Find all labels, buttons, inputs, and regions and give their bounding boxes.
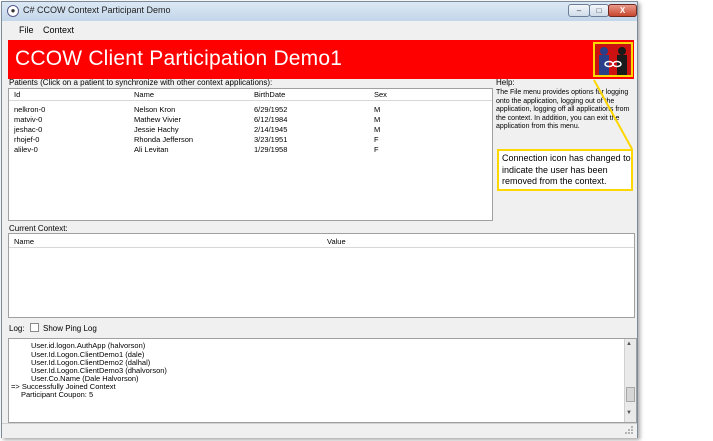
scroll-thumb[interactable] [626,387,635,402]
column-header-context-value[interactable]: Value [327,237,346,246]
patients-caption: Patients (Click on a patient to synchron… [9,78,273,87]
context-table: Name Value [8,233,635,318]
menu-file[interactable]: File [19,25,34,35]
table-row[interactable]: matviv-0 Mathew Vivier 6/12/1984 M [9,115,492,125]
table-row[interactable]: jeshac-0 Jessie Hachy 2/14/1945 M [9,125,492,135]
column-header-birthdate[interactable]: BirthDate [254,90,285,99]
patient-birthdate: 6/12/1984 [254,115,288,124]
banner-title: CCOW Client Participation Demo1 [15,47,343,70]
patient-id: alilev-0 [14,145,38,154]
patient-sex: M [374,115,381,124]
log-caption: Log: [9,324,25,333]
annotation-callout: Connection icon has changed to indicate … [497,149,633,191]
patient-name: Nelson Kron [134,105,176,114]
patient-id: rhojef-0 [14,135,40,144]
window-title: C# CCOW Context Participant Demo [23,5,171,15]
log-line: User.id.logon.AuthApp (halvorson) [31,341,146,350]
table-row[interactable]: nelkron-0 Nelson Kron 6/29/1952 M [9,105,492,115]
patient-birthdate: 2/14/1945 [254,125,288,134]
log-textbox[interactable]: User.id.logon.AuthApp (halvorson) User.I… [8,338,637,423]
banner: CCOW Client Participation Demo1 [8,40,634,79]
resize-grip-icon[interactable] [625,426,634,435]
context-caption: Current Context: [9,224,68,233]
table-row[interactable]: rhojef-0 Rhonda Jefferson 3/23/1951 F [9,135,492,145]
patient-sex: M [374,105,381,114]
menu-context[interactable]: Context [43,25,74,35]
table-row[interactable]: alilev-0 Ali Levitan 1/29/1958 F [9,145,492,155]
patient-birthdate: 3/23/1951 [254,135,288,144]
patient-sex: M [374,125,381,134]
show-ping-log-checkbox[interactable] [30,323,39,332]
callout-pointer [593,79,633,150]
patient-name: Jessie Hachy [134,125,179,134]
patient-id: jeshac-0 [14,125,43,134]
log-line: Participant Coupon: 5 [21,390,94,399]
log-scrollbar[interactable]: ▲ ▼ [624,339,636,422]
patients-table: Id Name BirthDate Sex nelkron-0 Nelson K… [8,88,493,221]
menu-bar: File Context [2,21,637,39]
patient-birthdate: 1/29/1958 [254,145,288,154]
app-icon: ● [7,5,19,17]
patient-name: Mathew Vivier [134,115,181,124]
minimize-button[interactable]: – [568,4,590,17]
title-bar[interactable]: ● C# CCOW Context Participant Demo – □ X [2,2,637,21]
context-header: Name Value [9,234,634,248]
patients-header: Id Name BirthDate Sex [9,89,492,101]
scroll-up-icon[interactable]: ▲ [626,341,632,347]
patient-id: nelkron-0 [14,105,46,114]
close-button[interactable]: X [608,4,637,17]
column-header-sex[interactable]: Sex [374,90,387,99]
column-header-id[interactable]: Id [14,90,20,99]
patient-id: matviv-0 [14,115,43,124]
patient-sex: F [374,135,379,144]
maximize-button[interactable]: □ [589,4,609,17]
patient-birthdate: 6/29/1952 [254,105,288,114]
status-bar [2,423,637,438]
scroll-down-icon[interactable]: ▼ [626,410,632,416]
patient-name: Ali Levitan [134,145,169,154]
help-caption: Help: [496,78,515,87]
patient-sex: F [374,145,379,154]
show-ping-log-label[interactable]: Show Ping Log [43,324,97,333]
column-header-context-name[interactable]: Name [14,237,34,246]
column-header-name[interactable]: Name [134,90,154,99]
patient-name: Rhonda Jefferson [134,135,194,144]
app-window: ● C# CCOW Context Participant Demo – □ X… [1,1,638,438]
